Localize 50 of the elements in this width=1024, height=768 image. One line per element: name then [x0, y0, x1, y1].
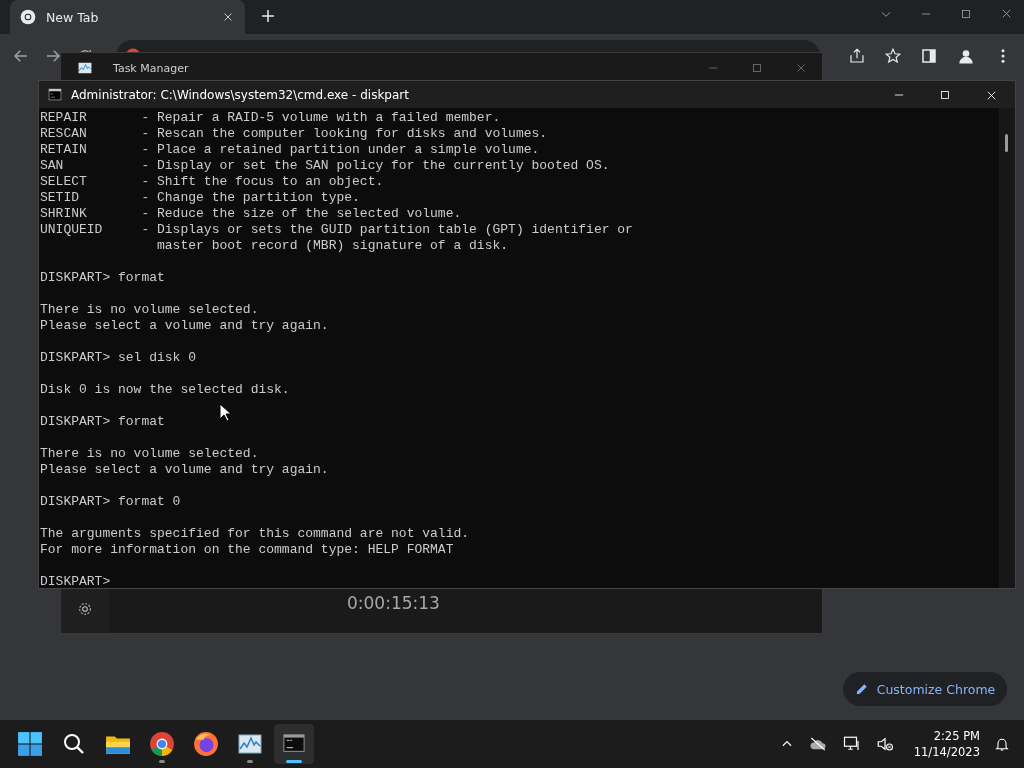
console-line: RETAIN - Place a retained partition under a simple volume.	[40, 142, 540, 158]
console-line: DISKPART> format	[40, 270, 165, 286]
console-line: SHRINK - Reduce the size of the selected volume.	[40, 206, 462, 222]
plus-icon[interactable]	[259, 7, 277, 25]
console-line: For more information on the command type: HELP FORMAT	[40, 542, 454, 558]
window-title: Task Manager	[113, 61, 189, 75]
console-line: DISKPART>	[40, 574, 111, 588]
customize-chrome-button[interactable]: Customize Chrome	[843, 672, 1007, 706]
star-icon[interactable]	[884, 47, 902, 65]
mouse-pointer-icon	[219, 403, 231, 422]
console-line: There is no volume selected.	[40, 446, 259, 462]
share-icon[interactable]	[848, 47, 866, 65]
console-line: The arguments specified for this command are not valid.	[40, 526, 470, 542]
console-line: SAN - Display or set the SAN policy for the currently booted OS.	[40, 158, 610, 174]
forward-arrow-icon[interactable]	[44, 47, 62, 65]
console-line: DISKPART> format	[40, 414, 165, 430]
terminal-icon[interactable]	[281, 733, 307, 755]
console-line: Please select a volume and try again.	[40, 462, 329, 478]
side-panel-icon[interactable]	[920, 47, 938, 65]
firefox-icon[interactable]	[193, 731, 219, 757]
console-line: Please select a volume and try again.	[40, 318, 329, 334]
performance-chart-icon[interactable]	[77, 61, 93, 75]
chrome-icon[interactable]	[20, 9, 36, 25]
window-title: Administrator: C:\Windows\system32\cmd.exe - diskpart	[71, 87, 409, 102]
scrollbar[interactable]	[999, 108, 1015, 588]
muted-speaker-icon[interactable]	[875, 735, 894, 753]
pencil-icon[interactable]	[854, 682, 869, 696]
search-icon[interactable]	[62, 732, 86, 756]
cloud-off-icon[interactable]	[807, 735, 828, 753]
maximize-icon[interactable]	[938, 88, 952, 102]
network-icon[interactable]	[841, 735, 862, 753]
console-line: UNIQUEID - Displays or sets the GUID partition table (GPT) identifier or	[40, 222, 633, 238]
console-line: DISKPART> format 0	[40, 494, 181, 510]
elapsed-timer: 0:00:15:13	[347, 593, 440, 613]
console-line: There is no volume selected.	[40, 302, 259, 318]
browser-tab[interactable]: New Tab	[10, 0, 245, 34]
console-line: SETID - Change the partition type.	[40, 190, 360, 206]
console-line: SELECT - Shift the focus to an object.	[40, 174, 384, 190]
windows-icon[interactable]	[17, 731, 43, 757]
console-line: REPAIR - Repair a RAID-5 volume with a failed member.	[40, 110, 501, 126]
settings-icon[interactable]	[77, 601, 93, 617]
console-line: RESCAN - Rescan the computer looking for disks and volumes.	[40, 126, 548, 142]
performance-chart-icon[interactable]	[237, 732, 263, 756]
console-line: DISKPART> sel disk 0	[40, 350, 197, 366]
console-line: master boot record (MBR) signature of a disk.	[156, 238, 509, 254]
back-arrow-icon[interactable]	[12, 47, 30, 65]
chrome-icon[interactable]	[149, 731, 175, 757]
console-line: Disk 0 is now the selected disk.	[40, 382, 290, 398]
clock[interactable]: 2:25 PM 11/14/2023	[913, 728, 980, 760]
console-icon[interactable]	[47, 88, 63, 101]
